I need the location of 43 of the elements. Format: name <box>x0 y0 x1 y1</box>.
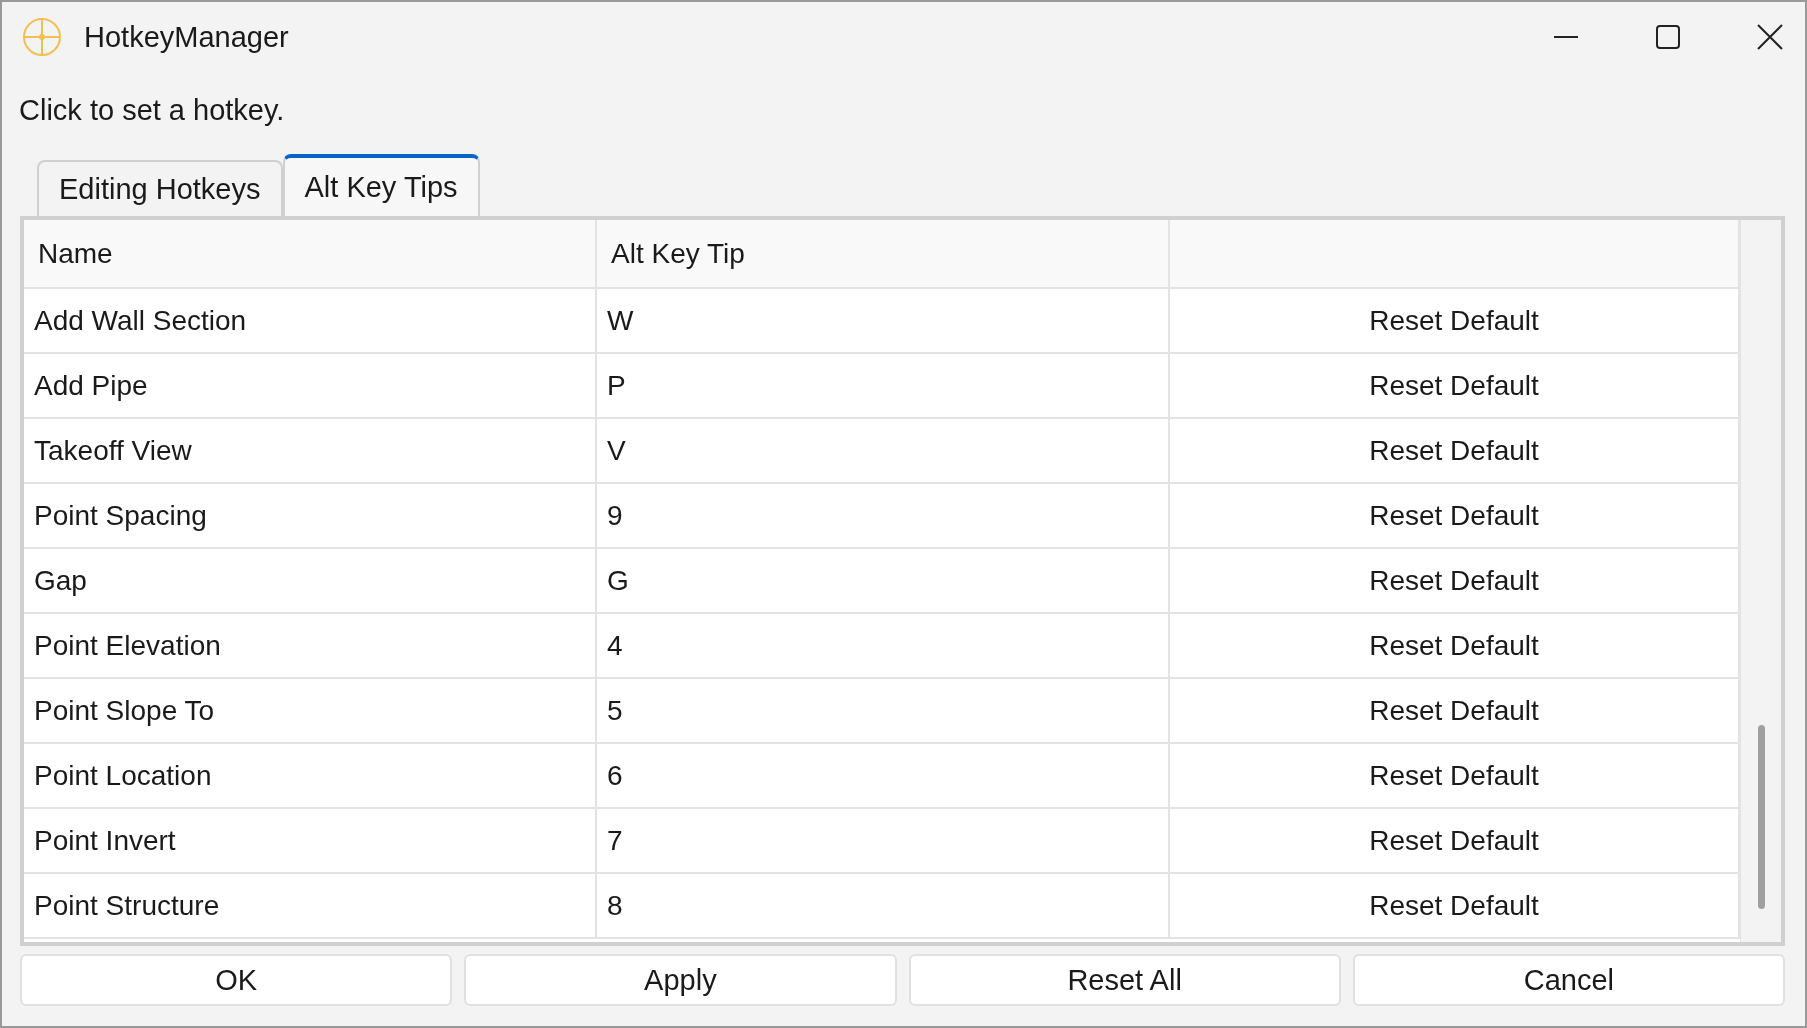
dialog-button[interactable]: Apply <box>464 954 897 1006</box>
table-cell: 7 <box>597 809 1170 872</box>
table-cell: G <box>597 549 1170 612</box>
table-cell: Add Pipe <box>24 354 597 417</box>
table-cell: W <box>597 289 1170 352</box>
reset-default-button[interactable]: Reset Default <box>1359 495 1549 536</box>
reset-default-button[interactable]: Reset Default <box>1359 690 1549 731</box>
close-icon[interactable] <box>1755 22 1785 52</box>
dialog-button[interactable]: Reset All <box>908 954 1341 1006</box>
reset-default-button[interactable]: Reset Default <box>1359 885 1549 926</box>
reset-default-button[interactable]: Reset Default <box>1359 625 1549 666</box>
table-cell: Point Structure <box>24 874 597 937</box>
table-cell: 9 <box>597 484 1170 547</box>
maximize-icon[interactable] <box>1653 22 1683 52</box>
instruction-text: Click to set a hotkey. <box>18 93 286 128</box>
table-cell: 5 <box>597 679 1170 742</box>
column-header[interactable]: Alt Key Tip <box>597 220 1170 287</box>
dialog-button[interactable]: OK <box>20 954 453 1006</box>
dialog-button[interactable]: Cancel <box>1352 954 1785 1006</box>
reset-default-button[interactable]: Reset Default <box>1359 430 1549 471</box>
reset-default-button[interactable]: Reset Default <box>1359 755 1549 796</box>
table-cell: P <box>597 354 1170 417</box>
table-cell: Point Spacing <box>24 484 597 547</box>
table-cell: Takeoff View <box>24 419 597 482</box>
window-title: HotkeyManager <box>84 20 289 54</box>
table-cell: V <box>597 419 1170 482</box>
table-cell: 6 <box>597 744 1170 807</box>
reset-default-button[interactable]: Reset Default <box>1359 820 1549 861</box>
table-cell: Point Slope To <box>24 679 597 742</box>
table-cell: Point Location <box>24 744 597 807</box>
table-cell: Gap <box>24 549 597 612</box>
reset-default-button[interactable]: Reset Default <box>1359 365 1549 406</box>
table-cell: Point Elevation <box>24 614 597 677</box>
table-cell: 4 <box>597 614 1170 677</box>
reset-default-button[interactable]: Reset Default <box>1359 560 1549 601</box>
tab[interactable]: Alt Key Tips <box>282 154 480 216</box>
reset-default-button[interactable]: Reset Default <box>1359 300 1549 341</box>
table-cell: Add Wall Section <box>24 289 597 352</box>
app-icon <box>22 17 62 57</box>
table-cell: 8 <box>597 874 1170 937</box>
column-header[interactable]: Name <box>24 220 597 287</box>
tab[interactable]: Editing Hotkeys <box>37 160 283 216</box>
table-cell: Point Invert <box>24 809 597 872</box>
